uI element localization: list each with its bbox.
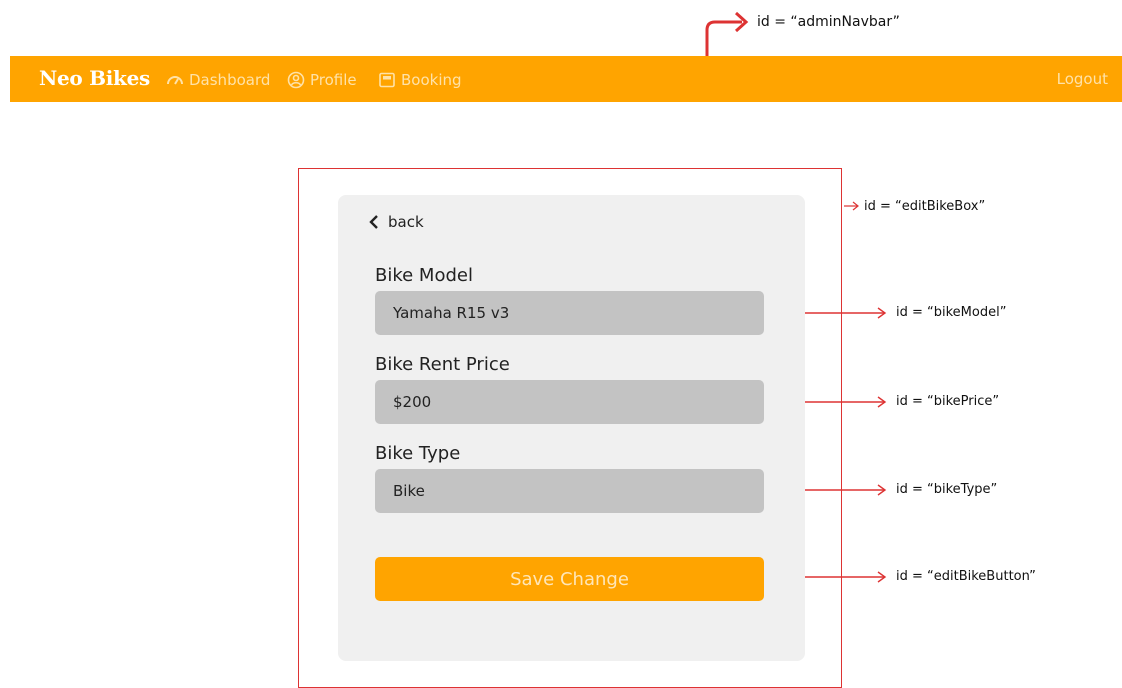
annotation-admin-navbar: id = “adminNavbar” (757, 14, 900, 30)
bike-model-label: Bike Model (375, 265, 473, 286)
bike-type-label: Bike Type (375, 443, 461, 464)
annotation-edit-bike-box: id = “editBikeBox” (864, 199, 986, 214)
bike-price-label: Bike Rent Price (375, 354, 510, 375)
annotation-bike-price: id = “bikePrice” (896, 394, 1000, 409)
annotation-bike-type: id = “bikeType” (896, 482, 998, 497)
bike-price-input[interactable]: $200 (375, 380, 764, 424)
bike-model-input[interactable]: Yamaha R15 v3 (375, 291, 764, 335)
save-change-button[interactable]: Save Change (375, 557, 764, 601)
annotation-edit-bike-button: id = “editBikeButton” (896, 569, 1036, 584)
annotation-bike-model: id = “bikeModel” (896, 305, 1007, 320)
chevron-left-icon (369, 215, 378, 229)
back-label: back (388, 213, 424, 231)
bike-type-input[interactable]: Bike (375, 469, 764, 513)
back-link[interactable]: back (368, 213, 424, 231)
